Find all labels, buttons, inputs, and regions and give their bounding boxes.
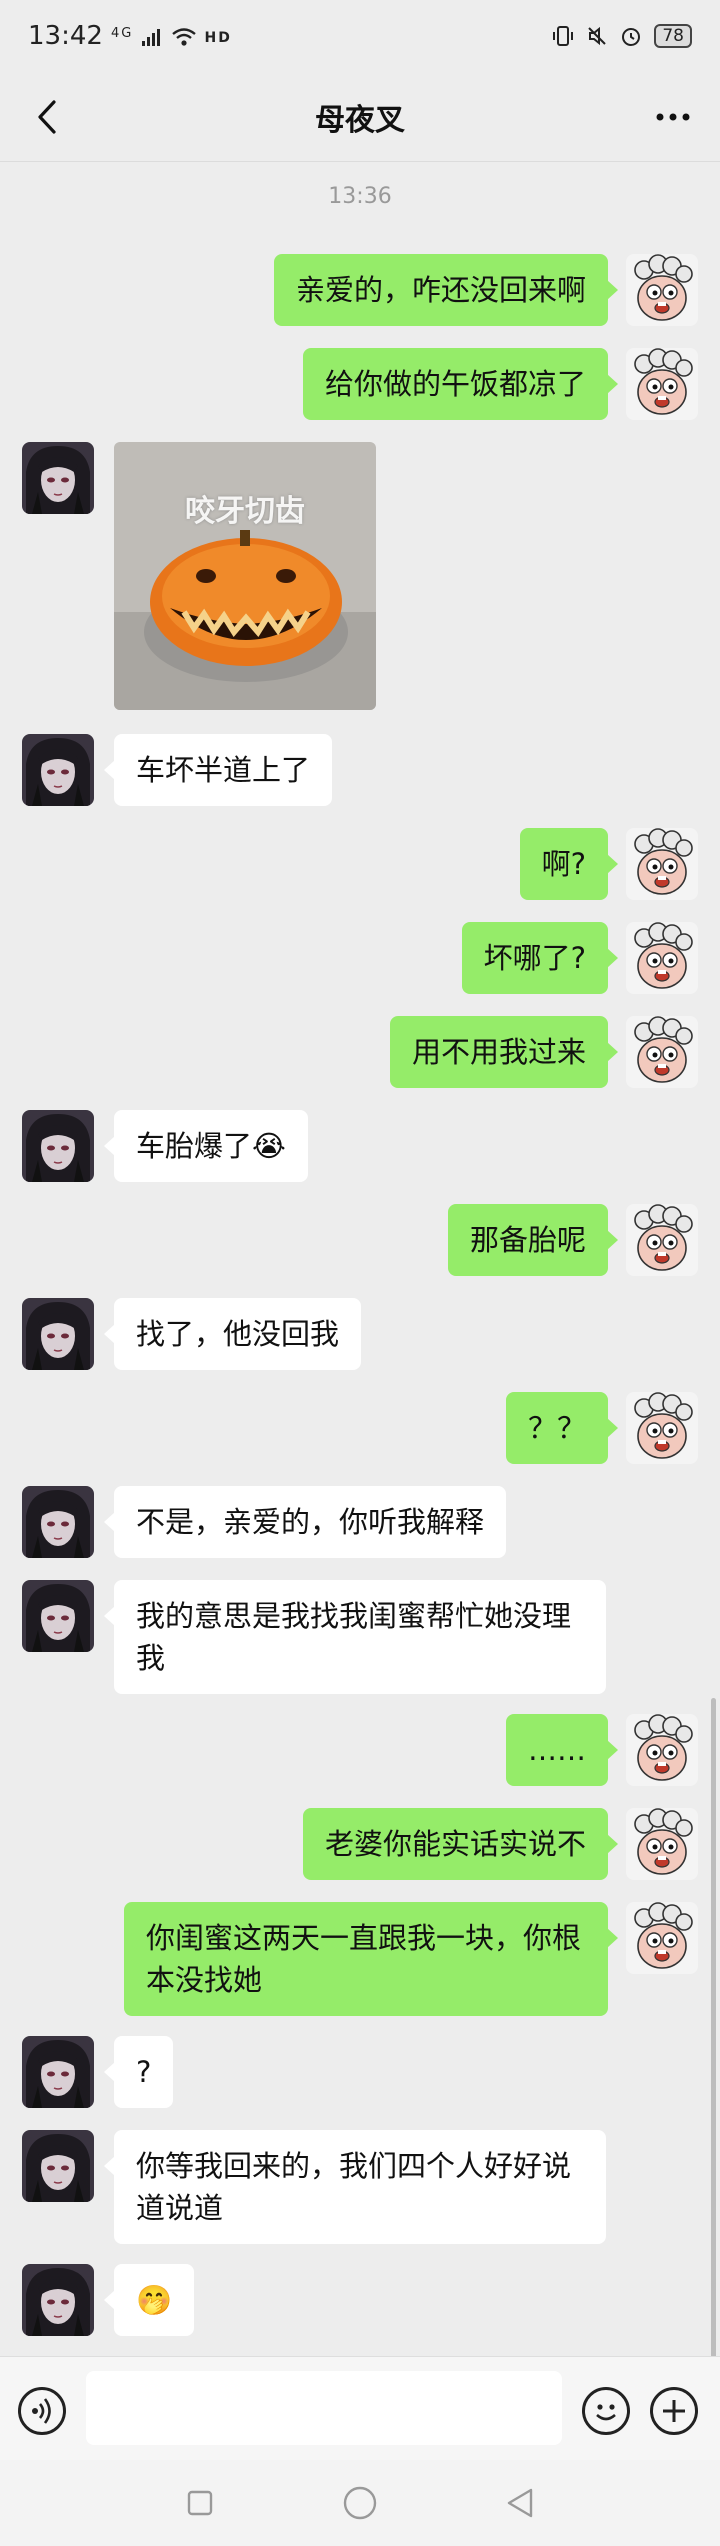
hd-badge: HD	[204, 29, 232, 46]
contact-avatar[interactable]	[22, 1486, 94, 1558]
my-avatar[interactable]	[626, 1902, 698, 1974]
sent-bubble[interactable]: 你闺蜜这两天一直跟我一块，你根本没找她	[124, 1902, 618, 2016]
more-dots-icon	[656, 113, 690, 121]
received-bubble[interactable]: 车坏半道上了	[103, 734, 333, 806]
sticker-image[interactable]: 咬牙切齿	[114, 442, 376, 710]
sent-bubble[interactable]: 老婆你能实话实说不	[302, 1808, 619, 1880]
contact-avatar[interactable]	[22, 442, 94, 514]
clock: 13:42	[28, 21, 103, 51]
sticker-caption: 咬牙切齿	[185, 494, 305, 529]
system-navigation-bar	[0, 2460, 720, 2546]
home-icon	[343, 2486, 377, 2520]
sent-bubble[interactable]: 亲爱的，咋还没回来啊	[273, 254, 619, 326]
status-bar: 13:42 4G HD 78	[0, 0, 720, 72]
my-avatar[interactable]	[626, 922, 698, 994]
plus-icon	[663, 2400, 685, 2422]
sent-bubble[interactable]: 用不用我过来	[389, 1016, 619, 1088]
contact-avatar[interactable]	[22, 734, 94, 806]
received-bubble[interactable]: 找了，他没回我	[103, 1298, 362, 1370]
message-input[interactable]	[86, 2371, 562, 2445]
received-bubble[interactable]: 车胎爆了😭	[104, 1110, 308, 1182]
alarm-icon	[622, 28, 641, 46]
my-avatar[interactable]	[626, 1714, 698, 1786]
more-button[interactable]	[650, 94, 696, 140]
plus-button[interactable]	[650, 2387, 698, 2435]
received-bubble[interactable]: ?	[103, 2036, 174, 2108]
chat-header: 母夜叉	[0, 72, 720, 162]
contact-avatar[interactable]	[22, 1298, 94, 1370]
received-bubble[interactable]: 我的意思是我找我闺蜜帮忙她没理我	[104, 1580, 606, 1694]
emoji-icon	[596, 2404, 616, 2421]
my-avatar[interactable]	[626, 348, 698, 420]
sent-bubble[interactable]: ……	[506, 1714, 618, 1786]
network-label: 4G	[110, 25, 134, 41]
home-button[interactable]	[340, 2483, 380, 2523]
sent-bubble[interactable]: 给你做的午饭都凉了	[302, 348, 619, 420]
wifi-icon	[172, 27, 196, 46]
emoji-button[interactable]	[582, 2387, 630, 2435]
sent-bubble[interactable]: 啊?	[519, 828, 619, 900]
status-right: 78	[552, 24, 692, 48]
network-indicator: 4G HD	[111, 26, 232, 47]
voice-icon	[32, 2398, 51, 2424]
my-avatar[interactable]	[626, 1016, 698, 1088]
mute-icon	[588, 26, 607, 46]
battery-indicator: 78	[654, 24, 692, 48]
message-timestamp: 13:36	[328, 184, 392, 209]
status-left: 13:42 4G HD	[28, 21, 232, 51]
chat-area[interactable]: 13:36 亲爱的，咋还没回来啊 给你做的午饭都凉了 咬牙切齿 车坏半道上了 啊…	[0, 162, 720, 2378]
back-button[interactable]	[24, 94, 70, 140]
received-bubble[interactable]: 🤭	[103, 2264, 195, 2336]
contact-avatar[interactable]	[22, 1110, 94, 1182]
contact-avatar[interactable]	[22, 2264, 94, 2336]
my-avatar[interactable]	[626, 1392, 698, 1464]
vibrate-icon	[553, 26, 574, 46]
back-arrow-icon	[38, 100, 56, 134]
contact-avatar[interactable]	[22, 1580, 94, 1652]
voice-button[interactable]	[18, 2387, 66, 2435]
back-triangle-icon	[507, 2488, 533, 2518]
my-avatar[interactable]	[626, 1204, 698, 1276]
contact-avatar[interactable]	[22, 2130, 94, 2202]
recents-icon	[187, 2490, 213, 2516]
sent-bubble[interactable]: 坏哪了?	[461, 922, 619, 994]
chat-title: 母夜叉	[315, 102, 405, 138]
recents-button[interactable]	[180, 2483, 220, 2523]
pumpkin-sticker-graphic	[114, 442, 376, 710]
sent-bubble[interactable]: ？？	[505, 1392, 619, 1464]
my-avatar[interactable]	[626, 828, 698, 900]
received-bubble[interactable]: 不是，亲爱的，你听我解释	[103, 1486, 507, 1558]
my-avatar[interactable]	[626, 254, 698, 326]
scrollbar[interactable]	[711, 1698, 716, 2378]
back-nav-button[interactable]	[500, 2483, 540, 2523]
sent-bubble[interactable]: 那备胎呢	[447, 1204, 619, 1276]
my-avatar[interactable]	[626, 1808, 698, 1880]
signal-icon	[142, 28, 161, 46]
input-bar	[0, 2356, 720, 2460]
contact-avatar[interactable]	[22, 2036, 94, 2108]
received-bubble[interactable]: 你等我回来的，我们四个人好好说道说道	[104, 2130, 606, 2244]
